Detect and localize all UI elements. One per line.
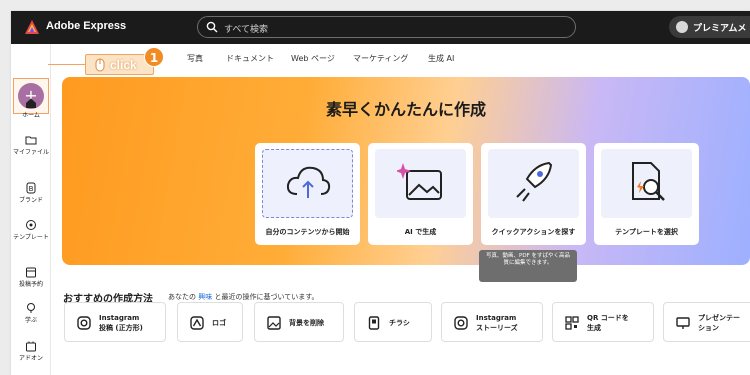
app-title: Adobe Express: [46, 20, 127, 32]
sidebar-item-label: テンプレート: [13, 234, 49, 241]
rec-label: チラシ: [389, 319, 410, 327]
callout-line: [48, 64, 85, 65]
image-icon: [267, 316, 281, 330]
sidebar-item-label: ホーム: [22, 112, 40, 119]
tab-photo[interactable]: 写真: [187, 53, 203, 64]
card-art: [375, 149, 466, 218]
rec-label: Instagram 投稿 (正方形): [99, 314, 143, 332]
card-label: AI で生成: [404, 228, 437, 236]
app-window: Adobe Express すべて検索 プレミアムメ + ホーム マイファイル …: [11, 11, 750, 375]
sidebar-item-label: 投稿予約: [18, 281, 43, 288]
interest-link[interactable]: 興味: [198, 293, 212, 301]
premium-button[interactable]: プレミアムメ: [669, 16, 750, 38]
search-icon: [206, 21, 218, 33]
presentation-icon: [676, 317, 690, 329]
subtitle-prefix: あなたの: [168, 293, 196, 301]
rec-instagram-stories[interactable]: Instagram ストーリーズ: [441, 302, 543, 342]
rec-flyer[interactable]: チラシ: [354, 302, 432, 342]
sidebar-item-my-files[interactable]: マイファイル: [11, 134, 51, 157]
sidebar-item-schedule[interactable]: 投稿予約: [11, 266, 51, 289]
sidebar-item-label: 学ぶ: [24, 317, 37, 324]
rec-instagram-post[interactable]: Instagram 投稿 (正方形): [64, 302, 166, 342]
cloud-upload-icon: [286, 166, 331, 198]
card-art: [488, 149, 579, 218]
flyer-icon: [368, 316, 380, 330]
brand-icon: B: [26, 182, 36, 194]
rec-label: 背景を削除: [289, 319, 324, 327]
card-label: クイックアクションを探す: [491, 228, 576, 236]
sidebar: + ホーム マイファイル B ブランド テンプレート 投稿予約 学ぶ アドオン: [11, 44, 51, 375]
qr-code-icon: [565, 316, 579, 330]
crown-icon: [676, 21, 688, 33]
rec-remove-background[interactable]: 背景を削除: [254, 302, 344, 342]
instagram-icon: [454, 316, 468, 330]
rocket-icon: [516, 161, 553, 202]
sidebar-item-label: ブランド: [18, 197, 43, 204]
sidebar-item-home[interactable]: ホーム: [11, 97, 51, 120]
tab-webpage[interactable]: Web ページ: [291, 53, 335, 64]
hero-title: 素早くかんたんに作成: [325, 100, 486, 119]
quick-actions-card[interactable]: クイックアクションを探す: [481, 143, 586, 245]
tab-document[interactable]: ドキュメント: [226, 53, 274, 64]
top-bar: Adobe Express すべて検索 プレミアムメ: [11, 11, 750, 44]
search-input[interactable]: すべて検索: [197, 16, 576, 38]
hero-banner: 素早くかんたんに作成 自分のコンテンツから開始 AI で生成 クイックアクション…: [62, 77, 750, 265]
start-from-content-card[interactable]: 自分のコンテンツから開始: [255, 143, 360, 245]
template-icon: [26, 220, 36, 230]
home-icon: [26, 98, 36, 108]
rec-label: QR コードを 生成: [587, 314, 629, 332]
sidebar-item-templates[interactable]: テンプレート: [11, 219, 51, 242]
click-label: click: [110, 58, 137, 72]
card-label: テンプレートを選択: [615, 228, 678, 236]
generate-with-ai-card[interactable]: AI で生成: [368, 143, 473, 245]
rec-label: Instagram ストーリーズ: [476, 314, 518, 332]
sidebar-item-label: アドオン: [18, 355, 43, 362]
addon-icon: [26, 341, 36, 352]
premium-label: プレミアムメ: [693, 24, 747, 34]
step-number-badge: 1: [144, 47, 164, 67]
learn-icon: [27, 303, 35, 313]
rec-label: プレゼンテー ション: [698, 314, 740, 332]
folder-icon: [25, 136, 37, 145]
sidebar-item-brand[interactable]: B ブランド: [11, 182, 51, 205]
sidebar-item-label: マイファイル: [12, 149, 49, 156]
svg-text:B: B: [29, 185, 34, 193]
rec-label: ロゴ: [212, 319, 226, 327]
card-art: [262, 149, 353, 218]
subtitle-suffix: と最近の操作に基づいています。: [214, 293, 319, 301]
rec-logo[interactable]: ロゴ: [177, 302, 243, 342]
card-art: [601, 149, 692, 218]
tab-marketing[interactable]: マーケティング: [353, 53, 408, 64]
card-label: 自分のコンテンツから開始: [265, 228, 350, 236]
adobe-express-logo-icon[interactable]: [25, 20, 39, 34]
sidebar-item-learn[interactable]: 学ぶ: [11, 302, 51, 325]
sidebar-item-addons[interactable]: アドオン: [11, 340, 51, 363]
recommend-subtitle: あなたの 興味 と最近の操作に基づいています。: [168, 292, 319, 302]
search-placeholder: すべて検索: [224, 25, 269, 35]
mouse-icon: [95, 58, 105, 72]
choose-template-card[interactable]: テンプレートを選択: [594, 143, 699, 245]
ai-image-icon: [397, 163, 442, 200]
rec-qr-code[interactable]: QR コードを 生成: [552, 302, 654, 342]
logo-icon: [190, 316, 204, 330]
template-search-icon: [632, 162, 665, 201]
rec-presentation[interactable]: プレゼンテー ション: [663, 302, 750, 342]
tab-generative-ai[interactable]: 生成 AI: [428, 53, 454, 64]
calendar-icon: [26, 267, 36, 278]
instagram-icon: [77, 316, 91, 330]
quick-action-tooltip: 写真、動画、PDF をすばやく高品質に編集できます。: [479, 250, 577, 282]
